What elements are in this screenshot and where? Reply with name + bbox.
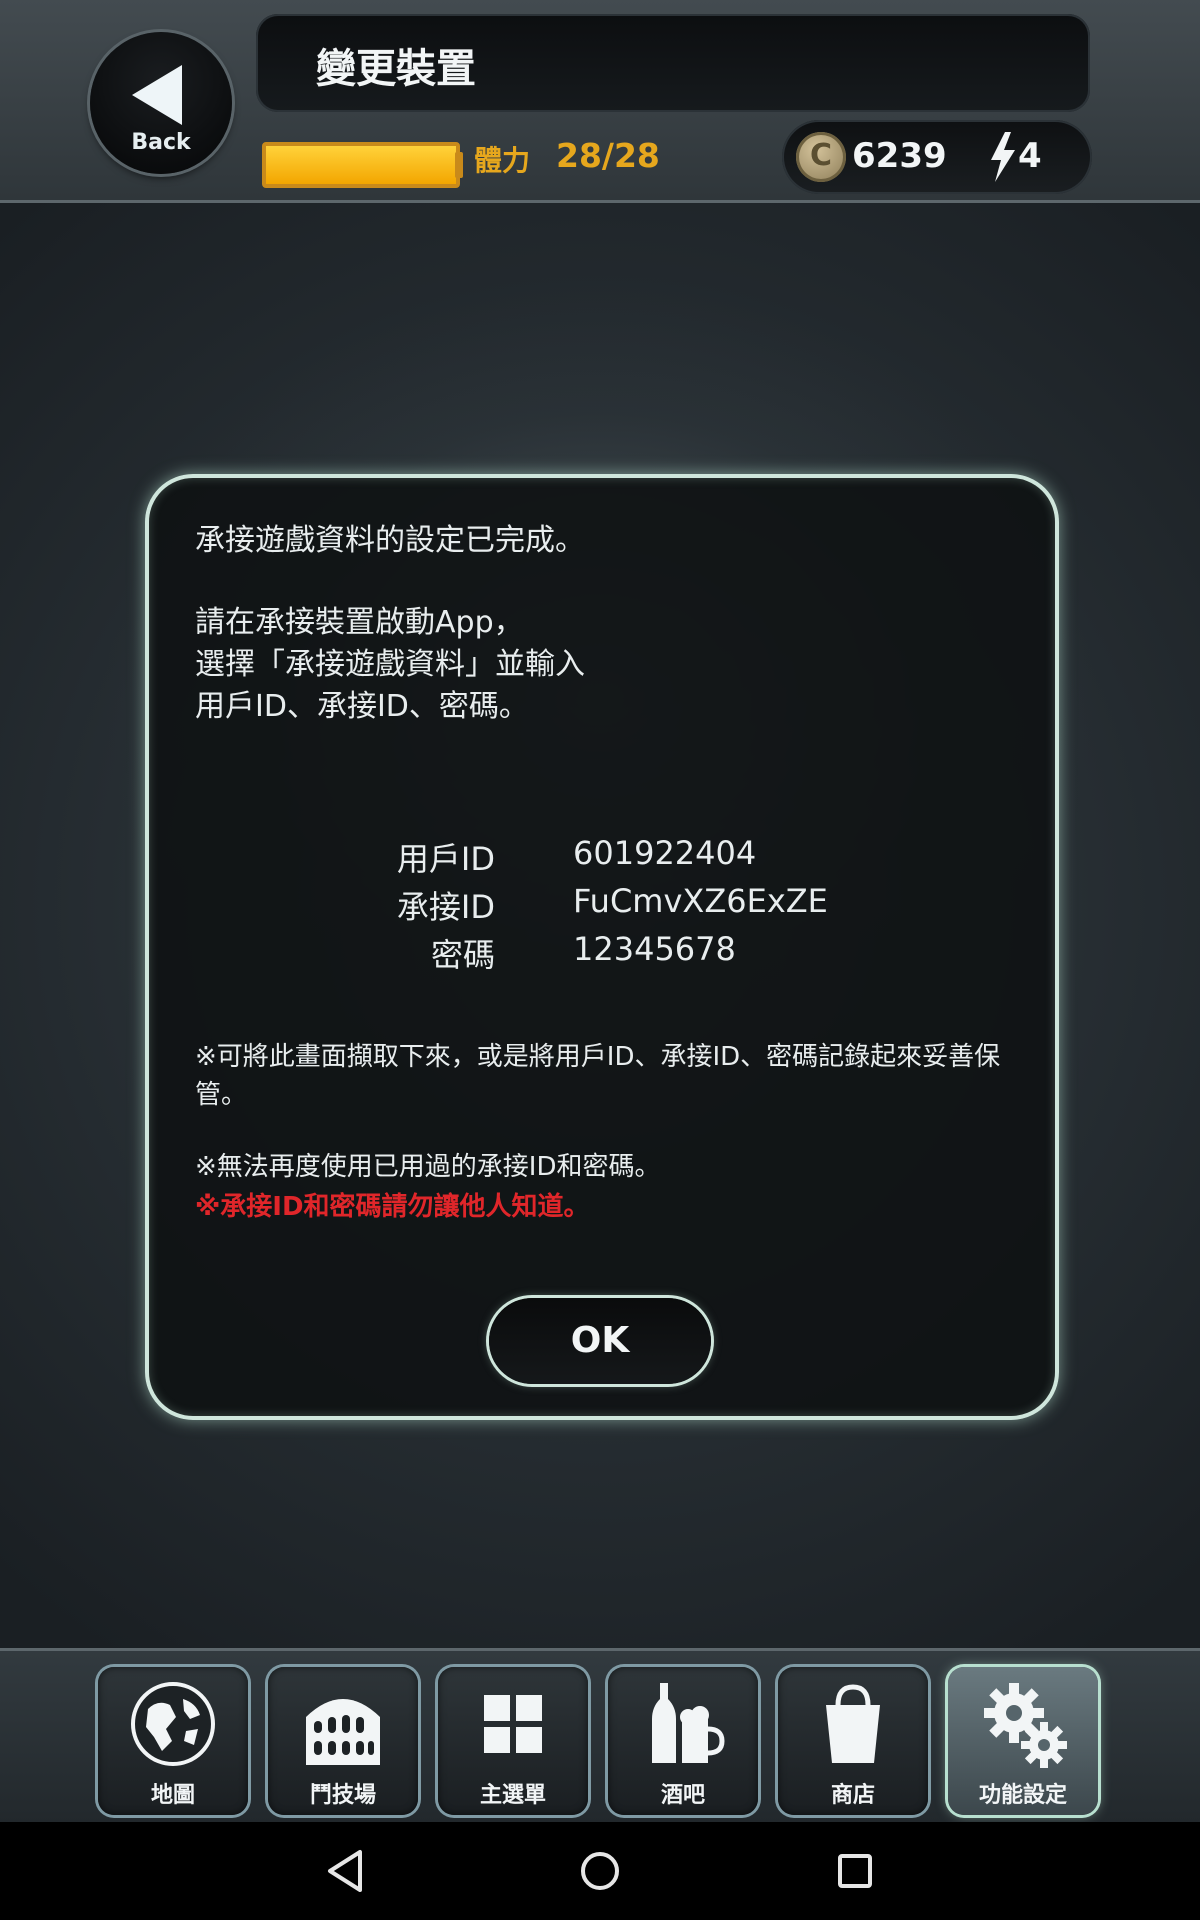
note-save-info: ※可將此畫面擷取下來，或是將用戶ID、承接ID、密碼記錄起來妥善保管。 — [195, 1042, 1001, 1110]
nav-settings-label: 功能設定 — [978, 1783, 1067, 1808]
back-label: Back — [131, 130, 191, 155]
user-id-label: 用戶ID — [396, 840, 495, 878]
top-bar: Back 變更裝置 體力 28/28 C 6239 4 — [0, 0, 1200, 203]
drinks-icon — [652, 1683, 725, 1763]
note-warning: ※承接ID和密碼請勿讓他人知道。 — [195, 1192, 590, 1222]
ok-label: OK — [570, 1320, 630, 1361]
transfer-id-label: 承接ID — [396, 888, 495, 926]
home-circle-icon[interactable] — [573, 1844, 627, 1898]
nav-shop-label: 商店 — [830, 1783, 875, 1808]
note-reuse: ※無法再度使用已用過的承接ID和密碼。 — [195, 1152, 661, 1182]
transfer-complete-dialog: 承接遊戲資料的設定已完成。 請在承接裝置啟動App， 選擇「承接遊戲資料」並輸入… — [145, 474, 1059, 1420]
page-title: 變更裝置 — [316, 46, 476, 92]
coin-icon: C — [796, 132, 846, 182]
dialog-heading: 承接遊戲資料的設定已完成。 — [195, 523, 585, 558]
nav-main-menu-label: 主選單 — [479, 1783, 546, 1808]
colosseum-icon — [306, 1699, 380, 1765]
nav-bar-label: 酒吧 — [660, 1783, 705, 1808]
nav-arena[interactable]: 鬥技場 — [268, 1667, 418, 1815]
password-label: 密碼 — [430, 936, 495, 974]
shopping-bag-icon — [826, 1684, 880, 1763]
recents-square-icon[interactable] — [828, 1844, 882, 1898]
nav-shop[interactable]: 商店 — [778, 1667, 928, 1815]
coin-count: 6239 — [852, 136, 947, 176]
user-id-row: 用戶ID 601922404 — [149, 834, 1055, 882]
bottom-nav: 地圖 鬥技場 主選單 酒吧 商店 功能設定 — [0, 1648, 1200, 1825]
lightning-icon — [991, 132, 1015, 182]
stamina-bar — [262, 142, 460, 188]
password-row: 密碼 12345678 — [149, 930, 1055, 978]
energy-count: 4 — [1018, 136, 1042, 176]
nav-arena-label: 鬥技場 — [309, 1783, 376, 1808]
back-triangle-icon[interactable] — [318, 1844, 372, 1898]
nav-map[interactable]: 地圖 — [98, 1667, 248, 1815]
stamina-label: 體力 — [474, 144, 531, 177]
nav-settings[interactable]: 功能設定 — [948, 1667, 1098, 1815]
user-id-value: 601922404 — [573, 834, 757, 872]
globe-icon — [131, 1682, 215, 1766]
back-arrow-icon — [132, 65, 182, 125]
stamina-value: 28/28 — [556, 136, 660, 175]
password-value: 12345678 — [573, 930, 736, 968]
dialog-instructions: 請在承接裝置啟動App， 選擇「承接遊戲資料」並輸入 用戶ID、承接ID、密碼。 — [195, 605, 585, 724]
transfer-id-row: 承接ID FuCmvXZ6ExZE — [149, 882, 1055, 930]
currency-box: C 6239 4 — [782, 120, 1092, 194]
title-bar: 變更裝置 — [256, 14, 1090, 112]
transfer-id-value: FuCmvXZ6ExZE — [573, 882, 828, 920]
android-nav-bar — [0, 1822, 1200, 1920]
stamina-bar-cap — [455, 152, 463, 178]
nav-main-menu[interactable]: 主選單 — [438, 1667, 588, 1815]
ok-button[interactable]: OK — [489, 1298, 711, 1384]
grid-icon — [484, 1695, 542, 1753]
back-button[interactable]: Back — [90, 32, 232, 174]
gear-icon — [984, 1683, 1067, 1768]
nav-bar[interactable]: 酒吧 — [608, 1667, 758, 1815]
nav-map-label: 地圖 — [150, 1783, 195, 1808]
stamina-fill — [266, 146, 456, 184]
